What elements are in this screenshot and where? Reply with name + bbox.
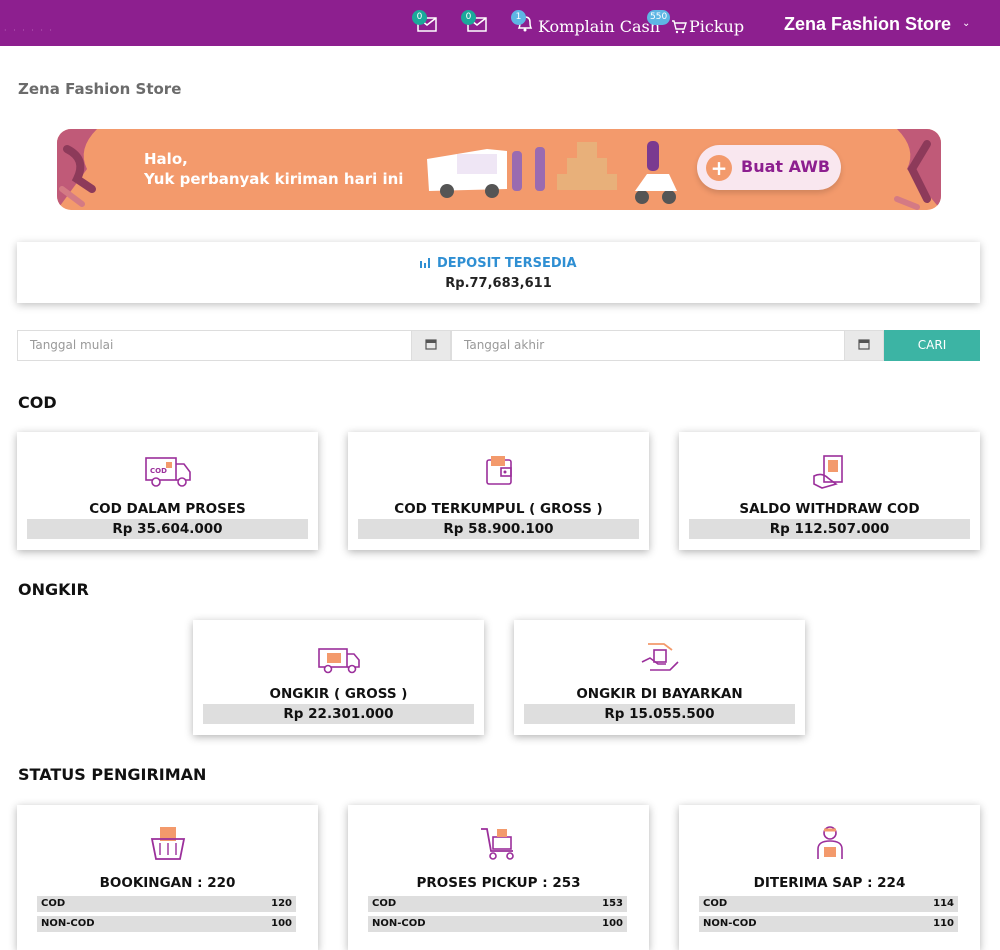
pickup-badge: 550 [647, 10, 671, 25]
start-date-input[interactable]: Tanggal mulai [17, 330, 412, 361]
cart-icon [479, 825, 519, 865]
pickup-link[interactable]: Pickup [689, 17, 744, 36]
card-label: COD TERKUMPUL ( GROSS ) [394, 501, 603, 517]
card-value: Rp 112.507.000 [689, 519, 970, 539]
card-label: SALDO WITHDRAW COD [739, 501, 920, 517]
noncod-count-row: NON-COD 100 [368, 916, 627, 932]
chevron-down-icon[interactable]: ⌄ [962, 18, 970, 29]
noncod-count-row: NON-COD 100 [37, 916, 296, 932]
cod-card: COD COD DALAM PROSES Rp 35.604.000 [17, 432, 318, 550]
cod-count-row: COD 114 [699, 896, 958, 912]
row-key: NON-COD [41, 918, 95, 929]
decorative-dots: · · · · · · [4, 26, 54, 35]
row-value: 100 [271, 918, 292, 929]
row-value: 153 [602, 898, 623, 909]
row-value: 114 [933, 898, 954, 909]
buat-awb-button[interactable]: + Buat AWB [697, 145, 841, 190]
status-card: PROSES PICKUP : 253 COD 153 NON-COD 100 [348, 805, 649, 950]
card-label: PROSES PICKUP : 253 [416, 875, 581, 891]
card-label: COD DALAM PROSES [89, 501, 246, 517]
top-navbar: · · · · · · 0 0 1 Komplain Cash 550 Pick… [0, 0, 1000, 46]
svg-text:COD: COD [150, 467, 167, 475]
deposit-card: DEPOSIT TERSEDIA Rp.77,683,611 [17, 242, 980, 303]
ongkir-card: ONGKIR ( GROSS ) Rp 22.301.000 [193, 620, 484, 735]
banner-greeting-line1: Halo, [144, 150, 188, 168]
status-card: BOOKINGAN : 220 COD 120 NON-COD 100 [17, 805, 318, 950]
cart-icon[interactable] [671, 19, 687, 38]
cod-count-row: COD 120 [37, 896, 296, 912]
section-title-cod: COD [18, 393, 57, 412]
deposit-value: Rp.77,683,611 [445, 276, 552, 291]
card-label: ONGKIR ( GROSS ) [269, 686, 408, 702]
row-value: 120 [271, 898, 292, 909]
row-key: COD [41, 898, 66, 909]
card-label: BOOKINGAN : 220 [99, 875, 236, 891]
komplain-cash-link[interactable]: Komplain Cash [538, 17, 660, 36]
plus-icon: + [706, 155, 732, 181]
calendar-icon[interactable] [411, 330, 451, 361]
noncod-count-row: NON-COD 110 [699, 916, 958, 932]
row-value: 100 [602, 918, 623, 929]
bar-chart-icon [420, 258, 431, 268]
mail-badge: 0 [461, 10, 476, 25]
section-title-ongkir: ONGKIR [18, 580, 89, 599]
atm-withdraw-icon [812, 454, 848, 494]
row-key: COD [372, 898, 397, 909]
bell-badge: 1 [511, 10, 526, 25]
card-value: Rp 22.301.000 [203, 704, 474, 724]
banner-greeting: Halo, Yuk perbanyak kiriman hari ini [144, 149, 403, 189]
courier-icon [815, 825, 845, 865]
row-key: NON-COD [372, 918, 426, 929]
banner-greeting-line2: Yuk perbanyak kiriman hari ini [144, 170, 404, 188]
status-card: DITERIMA SAP : 224 COD 114 NON-COD 110 [679, 805, 980, 950]
cod-count-row: COD 153 [368, 896, 627, 912]
row-key: NON-COD [703, 918, 757, 929]
card-value: Rp 58.900.100 [358, 519, 639, 539]
store-menu[interactable]: Zena Fashion Store [784, 14, 951, 35]
cod-card: COD TERKUMPUL ( GROSS ) Rp 58.900.100 [348, 432, 649, 550]
deposit-label-text: DEPOSIT TERSEDIA [436, 256, 577, 271]
card-label: DITERIMA SAP : 224 [753, 875, 906, 891]
calendar-icon[interactable] [844, 330, 884, 361]
ongkir-card: ONGKIR DI BAYARKAN Rp 15.055.500 [514, 620, 805, 735]
card-label: ONGKIR DI BAYARKAN [576, 686, 743, 702]
cod-truck-icon: COD [144, 454, 192, 492]
buat-awb-label: Buat AWB [741, 157, 831, 176]
wallet-icon [484, 454, 514, 492]
card-value: Rp 35.604.000 [27, 519, 308, 539]
basket-icon [150, 825, 186, 865]
deposit-label: DEPOSIT TERSEDIA [17, 256, 980, 271]
hand-payment-icon [640, 640, 680, 678]
row-key: COD [703, 898, 728, 909]
section-title-status: STATUS PENGIRIMAN [18, 765, 207, 784]
card-value: Rp 15.055.500 [524, 704, 795, 724]
end-date-input[interactable]: Tanggal akhir [451, 330, 845, 361]
promo-banner: Halo, Yuk perbanyak kiriman hari ini + B… [57, 129, 941, 210]
search-button[interactable]: CARI [884, 330, 980, 361]
delivery-truck-icon [317, 646, 361, 678]
row-value: 110 [933, 918, 954, 929]
mail-badge: 0 [412, 10, 427, 25]
cod-card: SALDO WITHDRAW COD Rp 112.507.000 [679, 432, 980, 550]
page-title: Zena Fashion Store [18, 80, 182, 98]
